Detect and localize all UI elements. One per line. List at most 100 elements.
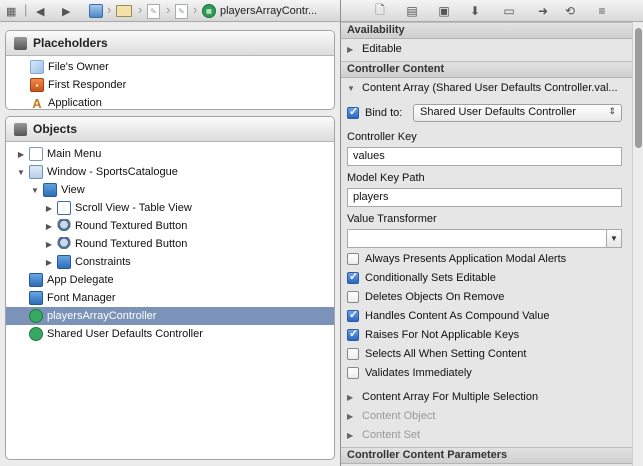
xib-file-icon-2[interactable]: ✎: [175, 3, 188, 19]
disclosure-expanded-icon[interactable]: ▼: [16, 168, 26, 177]
array-controller-icon[interactable]: ▦: [202, 3, 216, 19]
option-row[interactable]: Deletes Objects On Remove: [347, 291, 504, 303]
grid-icon[interactable]: ▦: [6, 3, 16, 19]
disclosure-collapsed-icon[interactable]: ▶: [44, 222, 54, 231]
scrollbar-thumb[interactable]: [635, 28, 642, 148]
disclosure-collapsed-icon[interactable]: ▶: [347, 45, 357, 54]
subsection-content-array-multiple[interactable]: ▶ Content Array For Multiple Selection: [347, 391, 538, 403]
file-inspector-icon[interactable]: 🗋: [373, 3, 387, 18]
objects-header: Objects: [6, 117, 334, 142]
tree-item-round-button-2[interactable]: ▶ Round Textured Button: [6, 235, 334, 253]
disclosure-collapsed-icon[interactable]: ▶: [16, 150, 26, 159]
size-inspector-icon[interactable]: ▭: [502, 4, 516, 18]
content-array-row[interactable]: ▼ Content Array (Shared User Defaults Co…: [347, 82, 618, 94]
cube-icon: [30, 60, 44, 74]
inspector-scrollbar[interactable]: [632, 22, 643, 466]
value-transformer-label: Value Transformer: [347, 213, 437, 225]
option-checkbox[interactable]: [347, 367, 359, 379]
tree-item-app-delegate[interactable]: App Delegate: [6, 271, 334, 289]
bind-to-checkbox[interactable]: [347, 105, 359, 119]
subsection-content-object: ▶ Content Object: [347, 410, 436, 422]
option-row[interactable]: Validates Immediately: [347, 367, 472, 379]
placeholder-files-owner[interactable]: File's Owner: [6, 58, 334, 76]
cube-icon: [14, 36, 27, 50]
disclosure-collapsed-icon[interactable]: ▶: [347, 393, 357, 402]
availability-header: Availability: [341, 22, 632, 39]
tree-item-scroll-view[interactable]: ▶ Scroll View - Table View: [6, 199, 334, 217]
application-icon: A: [32, 95, 42, 110]
disclosure-collapsed-icon[interactable]: ▶: [44, 204, 54, 213]
popup-arrows-icon: ⇕: [608, 106, 616, 116]
tree-item-window[interactable]: ▼ Window - SportsCatalogue: [6, 163, 334, 181]
option-checkbox[interactable]: [347, 253, 359, 265]
objects-panel: Objects ▶ Main Menu ▼ Window - SportsCat…: [5, 116, 335, 460]
editable-row[interactable]: ▶ Editable: [347, 43, 402, 55]
disclosure-expanded-icon[interactable]: ▼: [347, 84, 357, 93]
tree-item-main-menu[interactable]: ▶ Main Menu: [6, 145, 334, 163]
project-icon[interactable]: [89, 3, 103, 19]
controller-content-parameters-header: Controller Content Parameters: [341, 447, 632, 464]
tree-item-view[interactable]: ▼ View: [6, 181, 334, 199]
option-row[interactable]: Always Presents Application Modal Alerts: [347, 253, 566, 265]
placeholder-first-responder[interactable]: ▪ First Responder: [6, 76, 334, 94]
objects-title: Objects: [33, 122, 78, 136]
inspector-pane: 🗋 ▤ ▣ ⬇ ▭ ➜ ⟲ ≡ Availability ▶ Editable …: [340, 0, 643, 466]
effects-inspector-icon[interactable]: ≡: [595, 4, 609, 18]
disclosure-collapsed-icon[interactable]: ▶: [44, 258, 54, 267]
option-row[interactable]: Selects All When Setting Content: [347, 348, 526, 360]
disclosure-collapsed-icon: ▶: [347, 411, 354, 421]
controller-content-header: Controller Content: [341, 61, 632, 78]
jump-bar-current-item[interactable]: playersArrayContr...: [220, 3, 317, 19]
cube-icon: [14, 122, 27, 136]
folder-icon[interactable]: [116, 3, 132, 19]
placeholder-label: File's Owner: [48, 61, 109, 73]
placeholder-label: Application: [48, 97, 102, 109]
placeholder-application[interactable]: A Application: [6, 94, 334, 110]
tree-item-constraints[interactable]: ▶ Constraints: [6, 253, 334, 271]
tree-item-round-button-1[interactable]: ▶ Round Textured Button: [6, 217, 334, 235]
option-checkbox[interactable]: [347, 270, 359, 284]
object-icon: [29, 291, 43, 305]
disclosure-collapsed-icon[interactable]: ▶: [44, 240, 54, 249]
connections-inspector-icon[interactable]: ➜: [536, 4, 550, 18]
object-icon: [29, 273, 43, 287]
bind-to-row: Bind to:: [347, 105, 402, 119]
option-checkbox[interactable]: [347, 291, 359, 303]
chevron-down-icon[interactable]: ▼: [606, 230, 621, 247]
option-checkbox[interactable]: [347, 327, 359, 341]
document-outline-pane: ▦ | ◀ ▶ › › ✎ › ✎ › ▦ playersArrayContr.…: [0, 0, 340, 466]
controller-key-label: Controller Key: [347, 131, 417, 143]
attributes-inspector-icon[interactable]: ⬇: [468, 4, 482, 18]
disclosure-expanded-icon[interactable]: ▼: [30, 186, 40, 195]
defaults-controller-icon: [29, 327, 43, 341]
tree-item-font-manager[interactable]: Font Manager: [6, 289, 334, 307]
controller-key-field[interactable]: values: [347, 147, 622, 166]
tree-item-shared-defaults[interactable]: Shared User Defaults Controller: [6, 325, 334, 343]
placeholders-panel: Placeholders File's Owner ▪ First Respon…: [5, 30, 335, 110]
scroll-view-icon: [57, 201, 71, 215]
quick-help-icon[interactable]: ▤: [405, 4, 419, 18]
option-checkbox[interactable]: [347, 308, 359, 322]
xib-file-icon[interactable]: ✎: [147, 3, 160, 19]
disclosure-collapsed-icon: ▶: [347, 430, 354, 440]
option-row[interactable]: Handles Content As Compound Value: [347, 308, 549, 322]
option-row[interactable]: Raises For Not Applicable Keys: [347, 327, 519, 341]
forward-icon[interactable]: ▶: [62, 3, 70, 19]
placeholders-title: Placeholders: [33, 36, 108, 50]
option-checkbox[interactable]: [347, 348, 359, 360]
placeholders-header: Placeholders: [6, 31, 334, 56]
model-key-path-field[interactable]: players: [347, 188, 622, 207]
value-transformer-combo[interactable]: ▼: [347, 229, 622, 248]
tree-item-players-array-controller[interactable]: playersArrayController: [6, 307, 334, 325]
option-row[interactable]: Conditionally Sets Editable: [347, 270, 496, 284]
array-controller-icon: [29, 309, 43, 323]
round-button-icon: [57, 219, 71, 233]
model-key-path-label: Model Key Path: [347, 172, 425, 184]
bind-to-popup[interactable]: Shared User Defaults Controller ⇕: [413, 104, 622, 122]
window-icon: [29, 165, 43, 179]
back-icon[interactable]: ◀: [36, 3, 44, 19]
bindings-inspector-icon[interactable]: ⟲: [563, 4, 577, 18]
subsection-content-set: ▶ Content Set: [347, 429, 421, 441]
first-responder-icon: ▪: [30, 78, 44, 92]
identity-inspector-icon[interactable]: ▣: [437, 4, 451, 18]
